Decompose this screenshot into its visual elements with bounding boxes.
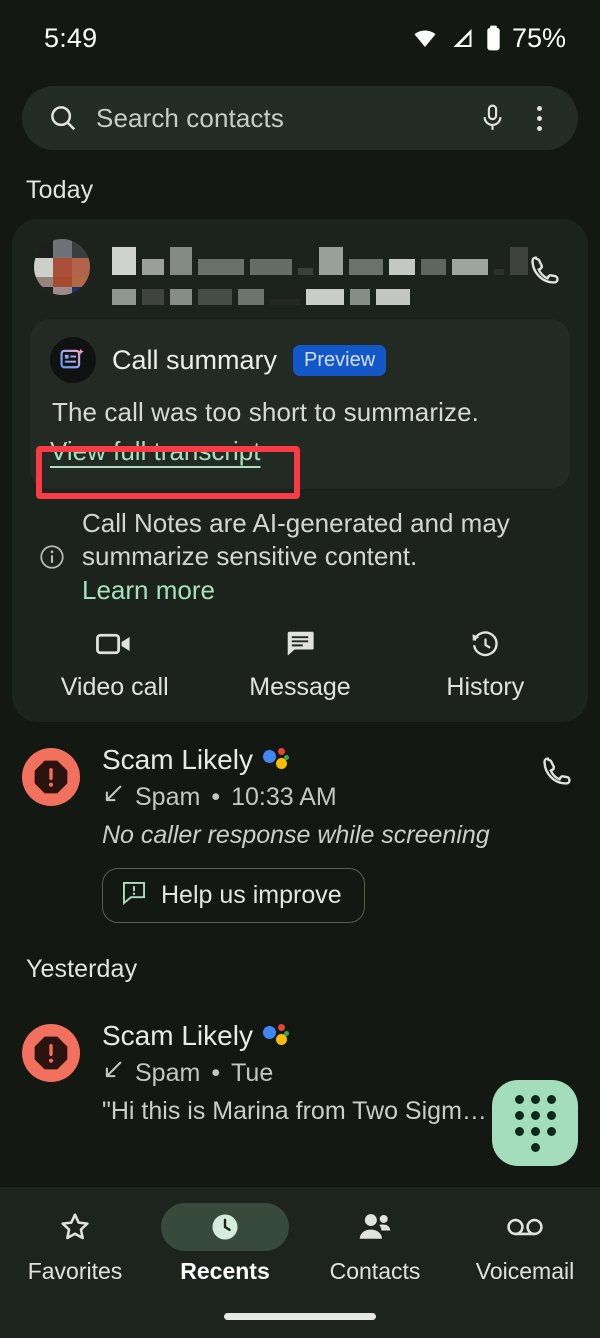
preview-badge: Preview	[293, 344, 387, 376]
status-bar: 5:49 75%	[0, 0, 600, 76]
history-clock-icon	[469, 629, 501, 664]
search-icon	[48, 103, 78, 133]
history-button[interactable]: History	[393, 629, 578, 702]
nav-item-recents[interactable]: Recents	[150, 1203, 300, 1285]
learn-more-link[interactable]: Learn more	[82, 574, 562, 607]
dialpad-icon	[514, 1094, 556, 1152]
phone-call-icon[interactable]	[528, 239, 572, 292]
call-log-row-spam-today[interactable]: Scam Likely Spam • 10:33 AM No caller re…	[0, 722, 600, 929]
overflow-menu-icon[interactable]	[524, 105, 554, 131]
call-summary-header: Call summary Preview	[50, 337, 550, 383]
call-time: Tue	[231, 1058, 274, 1087]
call-log-body: Scam Likely Spam • 10:33 AM No caller re…	[102, 744, 540, 923]
search-bar[interactable]: Search contacts	[22, 86, 578, 150]
section-header-yesterday: Yesterday	[26, 954, 138, 983]
view-full-transcript-link[interactable]: View full transcript	[50, 436, 261, 467]
status-time: 5:49	[44, 22, 98, 53]
google-assistant-icon	[262, 747, 289, 773]
call-detail-card[interactable]: Call summary Preview The call was too sh…	[12, 219, 588, 722]
wifi-icon	[410, 26, 440, 50]
message-button[interactable]: Message	[207, 629, 392, 702]
section-header-today: Today	[26, 176, 94, 204]
search-input[interactable]: Search contacts	[96, 103, 461, 134]
video-call-button[interactable]: Video call	[22, 629, 207, 702]
call-type: Spam	[135, 1058, 201, 1087]
nav-label-voicemail: Voicemail	[475, 1258, 575, 1284]
spam-warning-icon	[22, 747, 80, 806]
search-bar-container: Search contacts	[0, 76, 600, 150]
help-us-improve-button[interactable]: Help us improve	[102, 867, 365, 923]
call-type: Spam	[135, 782, 201, 811]
call-summary-title: Call summary	[112, 344, 278, 375]
redacted-contact-text	[112, 239, 528, 305]
voicemail-icon	[461, 1203, 589, 1251]
nav-label-recents: Recents	[180, 1258, 270, 1284]
ai-disclaimer-text-group: Call Notes are AI-generated and may summ…	[82, 507, 562, 607]
incoming-call-arrow-icon	[102, 1059, 124, 1088]
microphone-icon[interactable]	[479, 103, 506, 133]
feedback-icon	[121, 880, 147, 911]
call-summary-body: The call was too short to summarize.	[52, 397, 479, 427]
battery-percent: 75%	[511, 22, 566, 53]
call-time: 10:33 AM	[231, 782, 337, 811]
home-indicator	[224, 1313, 376, 1320]
battery-icon	[485, 25, 502, 52]
message-bubble-icon	[283, 629, 317, 664]
nav-item-contacts[interactable]: Contacts	[300, 1203, 450, 1285]
video-call-label: Video call	[60, 672, 169, 701]
video-camera-icon	[95, 629, 134, 664]
caller-name-row: Scam Likely	[102, 744, 540, 776]
incoming-call-arrow-icon	[102, 783, 124, 812]
history-label: History	[446, 672, 525, 701]
ai-disclaimer: Call Notes are AI-generated and may summ…	[12, 489, 588, 611]
caller-name: Scam Likely	[102, 743, 253, 775]
clock-icon	[161, 1203, 289, 1251]
contact-row[interactable]	[12, 219, 588, 311]
call-summary-sparkle-icon	[50, 337, 96, 383]
call-summary-card[interactable]: Call summary Preview The call was too sh…	[30, 319, 570, 489]
call-log-subtitle: Spam • 10:33 AM	[102, 783, 540, 812]
help-us-improve-label: Help us improve	[161, 880, 342, 909]
nav-item-voicemail[interactable]: Voicemail	[450, 1203, 600, 1285]
dialpad-fab[interactable]	[492, 1080, 578, 1166]
google-assistant-icon	[262, 1023, 289, 1049]
status-icons: 75%	[410, 23, 566, 54]
screening-note: No caller response while screening	[102, 820, 490, 849]
separator: •	[211, 1058, 221, 1087]
star-icon	[11, 1203, 139, 1251]
spam-warning-icon	[22, 1023, 80, 1082]
nav-label-favorites: Favorites	[27, 1258, 123, 1284]
message-label: Message	[249, 672, 351, 701]
caller-name: Scam Likely	[102, 1019, 253, 1051]
ai-disclaimer-text: Call Notes are AI-generated and may summ…	[82, 508, 510, 572]
separator: •	[211, 782, 221, 811]
phone-screen: 5:49 75% Search contacts Today Call summ…	[0, 0, 600, 1338]
nav-label-contacts: Contacts	[329, 1258, 421, 1284]
info-icon	[38, 543, 66, 571]
cellular-signal-icon	[449, 26, 476, 50]
people-icon	[311, 1203, 439, 1251]
nav-item-favorites[interactable]: Favorites	[0, 1203, 150, 1285]
call-log-list[interactable]: Today Call summary Preview The call was …	[0, 150, 600, 1186]
phone-call-icon[interactable]	[540, 744, 574, 793]
caller-name-row: Scam Likely	[102, 1020, 574, 1052]
avatar	[34, 239, 90, 295]
call-actions: Video call Message History	[12, 611, 588, 708]
